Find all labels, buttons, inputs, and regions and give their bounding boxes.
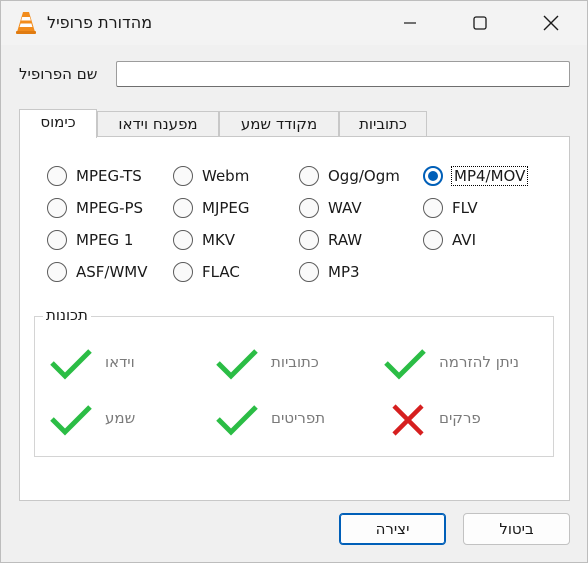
radio-circle: [423, 230, 443, 250]
tab-encapsulation[interactable]: כימוס: [19, 109, 97, 138]
feature-label: ניתן להזרמה: [439, 353, 520, 371]
tab-audio-codec[interactable]: מקודד שמע: [219, 111, 339, 137]
radio-circle: [173, 166, 193, 186]
radio-circle-selected: [423, 166, 443, 186]
radio-raw[interactable]: RAW: [299, 229, 362, 251]
radio-circle: [47, 262, 67, 282]
check-icon: [50, 349, 92, 380]
title-bar: מהדורת פרופיל: [1, 1, 587, 45]
close-icon: [543, 15, 559, 31]
radio-circle: [299, 198, 319, 218]
radio-avi[interactable]: AVI: [423, 229, 476, 251]
radio-circle: [47, 230, 67, 250]
radio-ogg-ogm[interactable]: Ogg/Ogm: [299, 165, 400, 187]
radio-mpeg-ts[interactable]: MPEG-TS: [47, 165, 142, 187]
feature-label: וידאו: [105, 353, 135, 371]
check-icon: [216, 349, 258, 380]
radio-label: MKV: [202, 231, 236, 249]
feature-label: תפריטים: [271, 409, 326, 427]
window-title: מהדורת פרופיל: [47, 13, 153, 32]
close-button[interactable]: [528, 1, 574, 45]
minimize-button[interactable]: [387, 1, 433, 45]
radio-circle: [423, 198, 443, 218]
radio-circle: [47, 166, 67, 186]
radio-mjpeg[interactable]: MJPEG: [173, 197, 250, 219]
check-icon: [216, 405, 258, 436]
radio-asf-wmv[interactable]: ASF/WMV: [47, 261, 148, 283]
radio-label: ASF/WMV: [76, 263, 148, 281]
radio-label: MP3: [328, 263, 360, 281]
radio-label: MJPEG: [202, 199, 250, 217]
radio-circle: [173, 262, 193, 282]
features-group: [34, 316, 554, 457]
radio-label: MPEG-PS: [76, 199, 144, 217]
radio-label: MPEG 1: [76, 231, 134, 249]
tab-subtitles[interactable]: כתוביות: [339, 111, 427, 137]
cross-icon: [392, 404, 424, 436]
feature-label: פרקים: [439, 409, 481, 427]
radio-mp3[interactable]: MP3: [299, 261, 360, 283]
profile-edition-dialog: מהדורת פרופיל שם הפרופיל כימוס מפענח ויד…: [0, 0, 588, 563]
radio-circle: [47, 198, 67, 218]
check-icon: [384, 349, 426, 380]
features-group-title: תכונות: [43, 306, 91, 324]
radio-circle: [299, 262, 319, 282]
radio-label: RAW: [328, 231, 363, 249]
radio-webm[interactable]: Webm: [173, 165, 249, 187]
maximize-icon: [473, 16, 487, 30]
radio-mpeg-ps[interactable]: MPEG-PS: [47, 197, 143, 219]
radio-label: MP4/MOV: [450, 166, 529, 186]
create-button[interactable]: יצירה: [339, 513, 446, 545]
check-icon: [50, 405, 92, 436]
radio-label: FLV: [452, 199, 478, 217]
radio-flac[interactable]: FLAC: [173, 261, 240, 283]
radio-label: MPEG-TS: [76, 167, 142, 185]
radio-mkv[interactable]: MKV: [173, 229, 235, 251]
radio-label: Ogg/Ogm: [328, 167, 400, 185]
radio-label: WAV: [328, 199, 362, 217]
radio-circle: [299, 166, 319, 186]
radio-label: AVI: [452, 231, 476, 249]
radio-circle: [173, 198, 193, 218]
cancel-button[interactable]: ביטול: [463, 513, 570, 545]
maximize-button[interactable]: [457, 1, 503, 45]
radio-flv[interactable]: FLV: [423, 197, 478, 219]
radio-label: Webm: [202, 167, 250, 185]
radio-circle: [299, 230, 319, 250]
feature-label: כתוביות: [271, 353, 319, 371]
radio-circle: [173, 230, 193, 250]
vlc-cone-icon: [16, 12, 36, 34]
radio-mpeg-1[interactable]: MPEG 1: [47, 229, 133, 251]
radio-label: FLAC: [202, 263, 240, 281]
feature-label: שמע: [105, 409, 136, 427]
radio-mp4-mov[interactable]: MP4/MOV: [423, 165, 529, 187]
profile-name-label: שם הפרופיל: [19, 65, 98, 83]
minimize-icon: [404, 22, 416, 24]
tab-video-codec[interactable]: מפענח וידאו: [97, 111, 219, 137]
profile-name-input[interactable]: [116, 61, 570, 87]
radio-wav[interactable]: WAV: [299, 197, 362, 219]
